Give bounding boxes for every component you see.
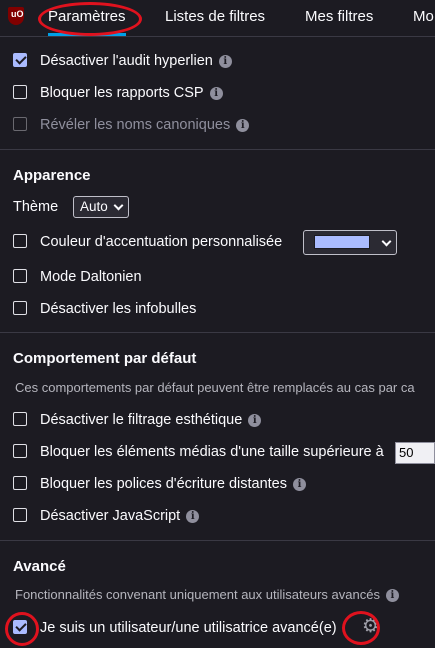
gears-icon[interactable]: ⚙ xyxy=(362,617,379,636)
checkbox-disabled-icon xyxy=(13,117,27,131)
option-label: Désactiver JavaScript xyxy=(40,508,181,524)
section-note: Fonctionnalités convenant uniquement aux… xyxy=(15,587,399,603)
info-icon[interactable]: i xyxy=(209,86,223,100)
tab-bar: uO Paramètres Listes de filtres Mes filt… xyxy=(0,0,435,37)
section-note-text: Fonctionnalités convenant uniquement aux… xyxy=(15,587,380,602)
theme-select[interactable]: Auto xyxy=(73,196,129,218)
chevron-down-icon xyxy=(381,236,392,247)
info-icon[interactable]: i xyxy=(218,54,232,68)
section-heading-default-behavior: Comportement par défaut xyxy=(13,350,197,367)
info-icon[interactable]: i xyxy=(236,118,250,132)
option-label: Bloquer les polices d'écriture distantes xyxy=(40,476,287,492)
checkbox-checked-icon[interactable] xyxy=(13,53,27,67)
checkbox-icon[interactable] xyxy=(13,301,27,315)
color-swatch xyxy=(314,235,370,249)
option-label: Révéler les noms canoniques xyxy=(40,117,231,133)
info-icon[interactable]: i xyxy=(248,413,262,427)
tab-my-filters[interactable]: Mes filtres xyxy=(305,0,373,35)
checkbox-icon[interactable] xyxy=(13,508,27,522)
option-label: Mode Daltonien xyxy=(40,269,142,285)
option-label: Je suis un utilisateur/une utilisatrice … xyxy=(40,620,337,636)
ublock-logo-icon: uO xyxy=(8,7,24,25)
checkbox-icon[interactable] xyxy=(13,269,27,283)
option-block-large-media[interactable]: Bloquer les éléments médias d'une taille… xyxy=(13,440,435,464)
section-heading-appearance: Apparence xyxy=(13,167,91,184)
tab-filter-lists[interactable]: Listes de filtres xyxy=(165,0,265,35)
section-divider xyxy=(0,149,435,150)
section-divider xyxy=(0,540,435,541)
theme-label: Thème xyxy=(13,199,59,215)
option-label: Désactiver l'audit hyperlien xyxy=(40,53,213,69)
section-divider xyxy=(0,332,435,333)
section-heading-advanced: Avancé xyxy=(13,558,66,575)
option-label: Désactiver le filtrage esthétique xyxy=(40,412,243,428)
large-media-size-input[interactable]: 50 xyxy=(395,442,435,464)
tab-more[interactable]: Mo xyxy=(413,0,434,35)
checkbox-icon[interactable] xyxy=(13,85,27,99)
option-label: Couleur d'accentuation personnalisée xyxy=(40,234,283,250)
chevron-down-icon xyxy=(113,200,124,211)
accent-color-picker[interactable] xyxy=(303,230,397,255)
info-icon[interactable]: i xyxy=(292,477,306,491)
checkbox-checked-icon[interactable] xyxy=(13,620,27,634)
option-label: Bloquer les rapports CSP xyxy=(40,85,204,101)
checkbox-icon[interactable] xyxy=(13,234,27,248)
checkbox-icon[interactable] xyxy=(13,412,27,426)
checkbox-icon[interactable] xyxy=(13,444,27,458)
section-note: Ces comportements par défaut peuvent êtr… xyxy=(15,380,415,395)
option-label: Désactiver les infobulles xyxy=(40,301,197,317)
option-label: Bloquer les éléments médias d'une taille… xyxy=(40,444,384,460)
checkbox-icon[interactable] xyxy=(13,476,27,490)
info-icon[interactable]: i xyxy=(385,589,399,603)
tab-settings[interactable]: Paramètres xyxy=(48,0,126,36)
info-icon[interactable]: i xyxy=(186,509,200,523)
theme-select-value: Auto xyxy=(80,199,108,214)
